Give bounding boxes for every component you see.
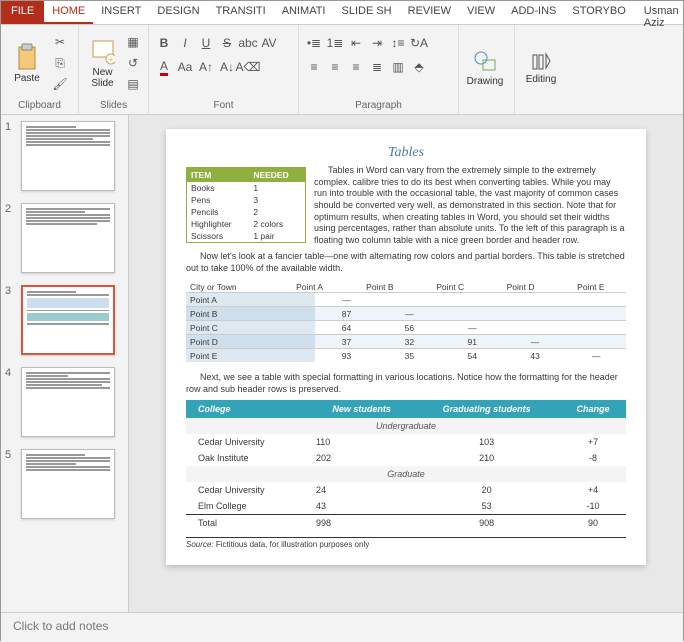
spacing-button[interactable]: AV	[260, 34, 278, 52]
user-name[interactable]: Usman Aziz	[634, 1, 684, 24]
svg-text:+: +	[108, 55, 113, 64]
thumbnail-2[interactable]: 2	[5, 203, 124, 273]
format-painter-button[interactable]: 🖌	[51, 75, 69, 93]
thumbnail-panel: 1 2 3 4 5	[1, 115, 129, 612]
thumbnail-5[interactable]: 5	[5, 449, 124, 519]
tab-insert[interactable]: INSERT	[93, 1, 149, 24]
cut-button[interactable]: ✂	[51, 33, 69, 51]
new-slide-icon: +	[91, 37, 115, 65]
copy-button[interactable]: ⎘	[51, 54, 69, 72]
slide-title: Tables	[186, 145, 626, 161]
font-color-button[interactable]: A	[155, 58, 173, 76]
align-right-button[interactable]: ≡	[347, 58, 365, 76]
decrease-indent-button[interactable]: ⇤	[347, 34, 365, 52]
find-icon	[531, 52, 551, 72]
tab-animations[interactable]: ANIMATI	[274, 1, 334, 24]
increase-indent-button[interactable]: ⇥	[368, 34, 386, 52]
columns-button[interactable]: ▥	[389, 58, 407, 76]
tab-home[interactable]: HOME	[44, 1, 93, 24]
line-spacing-button[interactable]: ↕≡	[389, 34, 407, 52]
tab-transitions[interactable]: TRANSITI	[208, 1, 274, 24]
grow-font-button[interactable]: A↑	[197, 58, 215, 76]
shadow-button[interactable]: abc	[239, 34, 257, 52]
thumbnail-3[interactable]: 3	[5, 285, 124, 355]
tab-addins[interactable]: ADD-INS	[503, 1, 564, 24]
bold-button[interactable]: B	[155, 34, 173, 52]
align-left-button[interactable]: ≡	[305, 58, 323, 76]
source-note: Source: Fictitious data, for illustratio…	[186, 537, 626, 549]
tab-storyboard[interactable]: STORYBO	[564, 1, 633, 24]
group-slides-label: Slides	[85, 98, 142, 111]
group-paragraph-label: Paragraph	[305, 98, 452, 111]
clipboard-icon	[15, 43, 39, 71]
fancy-table-header: City or TownPoint APoint BPoint CPoint D…	[186, 282, 626, 292]
bullets-button[interactable]: •≣	[305, 34, 323, 52]
group-font-label: Font	[155, 98, 292, 111]
change-case-button[interactable]: Aa	[176, 58, 194, 76]
new-slide-button[interactable]: + New Slide	[85, 33, 120, 93]
tab-bar: FILE HOME INSERT DESIGN TRANSITI ANIMATI…	[1, 1, 683, 25]
thumbnail-1[interactable]: 1	[5, 121, 124, 191]
tab-file[interactable]: FILE	[1, 1, 44, 24]
paragraph-3: Next, we see a table with special format…	[186, 372, 626, 395]
thumbnail-4[interactable]: 4	[5, 367, 124, 437]
section-button[interactable]: ▤	[124, 75, 142, 93]
shapes-icon	[473, 50, 497, 74]
layout-button[interactable]: ▦	[124, 33, 142, 51]
paste-button[interactable]: Paste	[7, 33, 47, 93]
paragraph-2: Now let's look at a fancier table—one wi…	[186, 251, 626, 274]
justify-button[interactable]: ≣	[368, 58, 386, 76]
align-center-button[interactable]: ≡	[326, 58, 344, 76]
fancy-table: Point A— Point B87— Point C6456— Point D…	[186, 292, 626, 362]
tab-view[interactable]: VIEW	[459, 1, 503, 24]
text-direction-button[interactable]: ↻A	[410, 34, 428, 52]
college-table: CollegeNew studentsGraduating studentsCh…	[186, 400, 626, 531]
green-table: ITEMNEEDED Books1 Pens3 Pencils2 Highlig…	[186, 167, 306, 243]
drawing-button[interactable]: Drawing	[465, 39, 505, 99]
reset-button[interactable]: ↺	[124, 54, 142, 72]
ribbon: Paste ✂ ⎘ 🖌 Clipboard + New Slide ▦ ↺ ▤ …	[1, 25, 683, 115]
editing-button[interactable]: Editing	[521, 39, 561, 99]
group-clipboard-label: Clipboard	[7, 98, 72, 111]
slide-canvas[interactable]: Tables ITEMNEEDED Books1 Pens3 Pencils2 …	[129, 115, 683, 612]
italic-button[interactable]: I	[176, 34, 194, 52]
smartart-button[interactable]: ⬘	[410, 58, 428, 76]
shrink-font-button[interactable]: A↓	[218, 58, 236, 76]
notes-pane[interactable]: Click to add notes	[1, 612, 683, 642]
clear-format-button[interactable]: A⌫	[239, 58, 257, 76]
numbering-button[interactable]: 1≣	[326, 34, 344, 52]
tab-slideshow[interactable]: SLIDE SH	[333, 1, 399, 24]
tab-design[interactable]: DESIGN	[149, 1, 207, 24]
strike-button[interactable]: S	[218, 34, 236, 52]
underline-button[interactable]: U	[197, 34, 215, 52]
tab-review[interactable]: REVIEW	[400, 1, 459, 24]
slide-content: Tables ITEMNEEDED Books1 Pens3 Pencils2 …	[166, 129, 646, 565]
